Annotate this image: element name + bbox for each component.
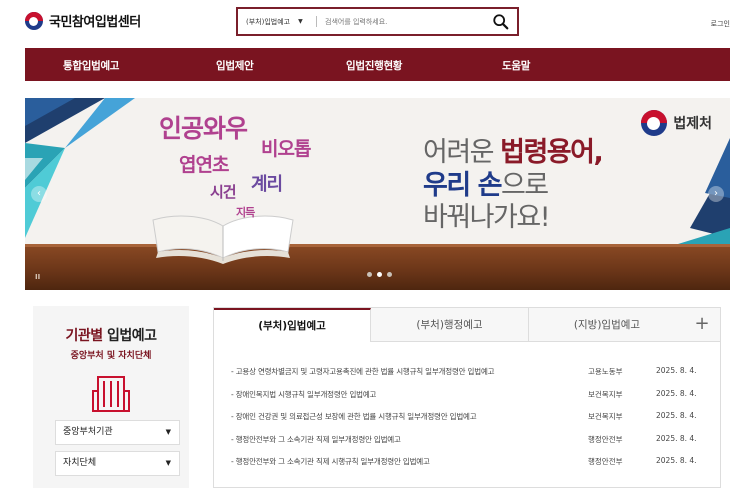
nav-item-integrated-notice[interactable]: 통합입법예고 [63, 58, 119, 73]
notice-title[interactable]: - 장애인복지법 시행규칙 일부개정령안 입법예고 [231, 389, 376, 400]
banner-word: 인공와우 [159, 114, 248, 143]
search-icon[interactable] [492, 13, 510, 31]
nav-item-progress-status[interactable]: 입법진행현황 [346, 58, 402, 73]
header: 국민참여입법센터 (부처)입법예고 ▼ 로그인 [0, 0, 743, 46]
agency-panel-subtitle: 중앙부처 및 자치단체 [70, 351, 152, 361]
search-scope-label: (부처)입법예고 [246, 17, 291, 26]
banner-dot[interactable] [367, 272, 372, 277]
central-agency-select-label: 중앙부처기관 [63, 427, 113, 437]
agency-notice-panel: 기관별 입법예고 중앙부처 및 자치단체 중앙부처기관 ▼ 자치단체 ▼ [33, 306, 189, 488]
caret-down-icon: ▼ [165, 459, 171, 467]
moleg-brand: 법제처 [641, 110, 712, 136]
brand-name: 법제처 [673, 116, 712, 132]
agency-title-part: 기관별 [65, 328, 107, 344]
banner-pause-icon[interactable]: II [35, 273, 40, 281]
list-item[interactable]: - 장애인 건강권 및 의료접근성 보장에 관한 법률 시행규칙 일부개정령안 … [231, 411, 711, 425]
notice-date: 2025. 8. 4. [656, 366, 697, 375]
open-book-icon [152, 215, 294, 264]
more-plus-icon[interactable]: + [684, 308, 720, 342]
banner-prev-arrow-icon[interactable]: ‹ [31, 186, 47, 202]
notice-tabs-panel: (부처)입법예고 (부처)행정예고 (지방)입법예고 + - 고용상 연령차별금… [213, 307, 721, 488]
agency-title-part: 입법예고 [106, 328, 157, 344]
notice-agency: 보건복지부 [588, 412, 623, 421]
banner-dot[interactable] [387, 272, 392, 277]
notice-title[interactable]: - 행정안전부와 그 소속기관 직제 시행규칙 일부개정령안 입법예고 [231, 456, 430, 467]
notice-title[interactable]: - 고용상 연령차별금지 및 고령자고용촉진에 관한 법률 시행규칙 일부개정령… [231, 366, 495, 377]
local-government-select[interactable]: 자치단체 ▼ [55, 451, 180, 476]
banner-next-arrow-icon[interactable]: › [708, 186, 724, 202]
tab-ministry-administrative-notice[interactable]: (부처)행정예고 [371, 308, 529, 342]
banner-dot[interactable] [377, 272, 382, 277]
banner-word: 계리 [251, 174, 283, 195]
local-government-select-label: 자치단체 [63, 458, 97, 468]
banner-word: 엽연초 [179, 154, 229, 176]
banner-word: 비오톱 [261, 138, 311, 160]
search-scope-select[interactable]: (부처)입법예고 ▼ [238, 17, 316, 27]
banner-word: 시건 [210, 183, 237, 201]
nav-item-legislative-proposal[interactable]: 입법제안 [216, 58, 254, 73]
list-item[interactable]: - 행정안전부와 그 소속기관 직제 시행규칙 일부개정령안 입법예고 행정안전부… [231, 456, 711, 470]
taegeuk-logo-icon [25, 11, 43, 30]
hero-banner[interactable]: 인공와우 비오톱 엽연초 계리 시건 지득 어려운 법령용어, 우리 손으로 바… [25, 98, 730, 290]
notice-agency: 행정안전부 [588, 457, 623, 466]
notice-date: 2025. 8. 4. [656, 433, 697, 443]
notice-agency: 고용노동부 [588, 367, 623, 376]
notice-agency: 행정안전부 [588, 434, 623, 444]
notice-agency: 보건복지부 [588, 389, 623, 399]
site-logo[interactable]: 국민참여입법센터 [25, 11, 141, 30]
main-nav: 통합입법예고 입법제안 입법진행현황 도움말 [25, 48, 730, 81]
list-item[interactable]: - 고용상 연령차별금지 및 고령자고용촉진에 관한 법률 시행규칙 일부개정령… [231, 366, 711, 380]
list-item[interactable]: - 행정안전부와 그 소속기관 직제 일부개정령안 입법예고 행정안전부 2025.… [231, 434, 711, 448]
notice-date: 2025. 8. 4. [656, 388, 697, 398]
banner-pagination [367, 272, 392, 277]
agency-panel-title: 기관별 입법예고 [33, 325, 189, 345]
login-link[interactable]: 로그인 [711, 19, 730, 29]
notice-title[interactable]: - 행정안전부와 그 소속기관 직제 일부개정령안 입법예고 [231, 434, 401, 445]
caret-down-icon: ▼ [165, 428, 171, 436]
wooden-desk [25, 244, 730, 290]
notice-title[interactable]: - 장애인 건강권 및 의료접근성 보장에 관한 법률 시행규칙 일부개정령안 … [231, 411, 477, 422]
building-icon [92, 376, 130, 412]
notice-date: 2025. 8. 4. [656, 456, 697, 465]
search-input[interactable] [317, 17, 477, 26]
notice-date: 2025. 8. 4. [656, 411, 697, 420]
taegeuk-emblem-icon [641, 110, 668, 136]
site-name: 국민참여입법센터 [49, 15, 141, 30]
nav-item-help[interactable]: 도움말 [502, 58, 530, 73]
caret-down-icon: ▼ [298, 18, 303, 25]
tab-local-legislative-notice[interactable]: (지방)입법예고 [529, 308, 686, 342]
list-item[interactable]: - 장애인복지법 시행규칙 일부개정령안 입법예고 보건복지부 2025. 8. 4… [231, 389, 711, 403]
search-bar: (부처)입법예고 ▼ [236, 7, 519, 36]
tab-ministry-legislative-notice[interactable]: (부처)입법예고 [214, 308, 371, 342]
central-agency-select[interactable]: 중앙부처기관 ▼ [55, 420, 180, 445]
banner-word: 지득 [236, 206, 255, 219]
banner-headline-line3: 바꿔나가요! [423, 202, 551, 233]
